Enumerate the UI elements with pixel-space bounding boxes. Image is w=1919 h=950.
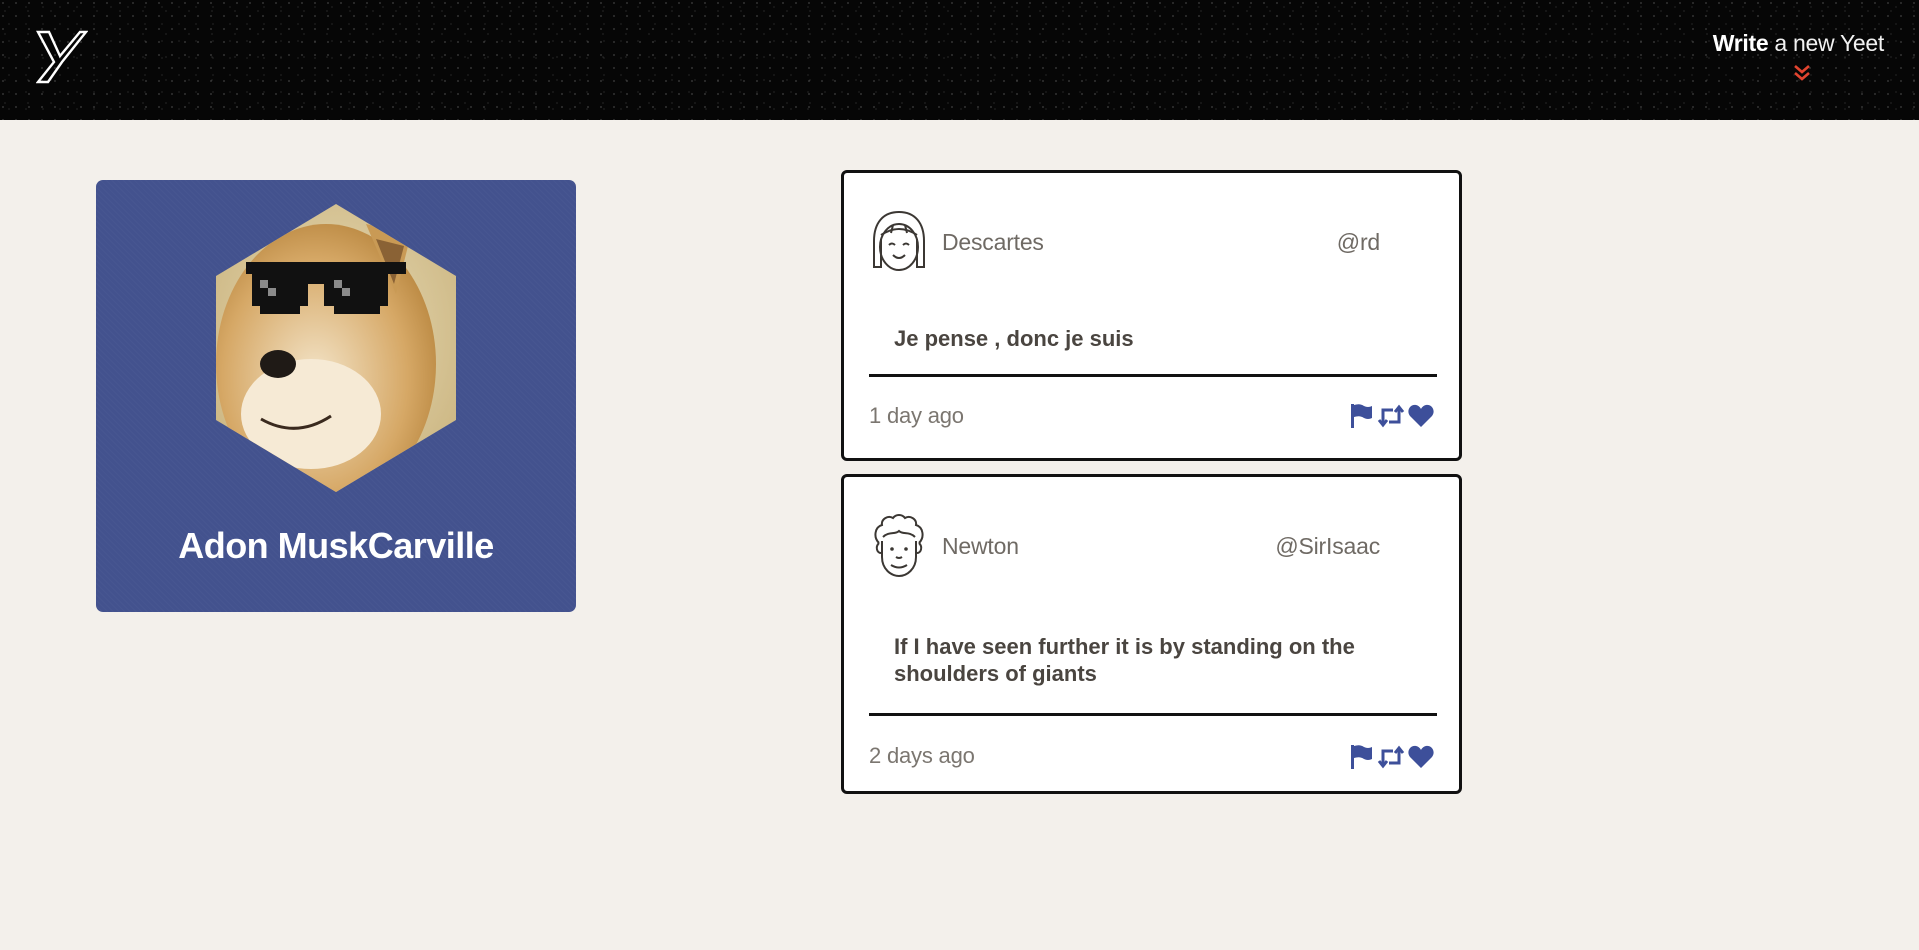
post-handle[interactable]: @rd [1337, 229, 1380, 256]
post-divider [869, 374, 1437, 377]
post-card[interactable]: Descartes @rd Je pense , donc je suis 1 … [841, 170, 1462, 461]
post-actions [1347, 743, 1435, 771]
post-handle[interactable]: @SirIsaac [1275, 533, 1380, 560]
profile-name: Adon MuskCarville [178, 525, 494, 566]
flag-icon[interactable] [1347, 743, 1375, 771]
double-chevron-down-icon[interactable] [1792, 64, 1812, 84]
heart-icon[interactable] [1407, 402, 1435, 430]
heart-icon[interactable] [1407, 743, 1435, 771]
post-author[interactable]: Descartes [942, 229, 1044, 256]
post-card[interactable]: Newton @SirIsaac If I have seen further … [841, 474, 1462, 794]
y-logo-icon[interactable] [36, 30, 88, 84]
top-header: Write a new Yeet [0, 0, 1919, 120]
flag-icon[interactable] [1347, 402, 1375, 430]
write-rest-label: a new Yeet [1768, 30, 1884, 56]
post-text: If I have seen further it is by standing… [894, 634, 1355, 686]
profile-avatar[interactable] [216, 204, 456, 492]
post-actions [1347, 402, 1435, 430]
repost-icon[interactable] [1377, 743, 1405, 771]
post-time: 2 days ago [869, 743, 975, 768]
profile-card: Adon MuskCarville [96, 180, 576, 612]
post-time: 1 day ago [869, 403, 964, 428]
post-author[interactable]: Newton [942, 533, 1019, 560]
write-new-yeet-link[interactable]: Write a new Yeet [1712, 30, 1885, 57]
write-strong-label: Write [1712, 30, 1769, 56]
curly-hair-avatar-icon[interactable] [869, 513, 929, 579]
repost-icon[interactable] [1377, 402, 1405, 430]
post-text: Je pense , donc je suis [894, 326, 1134, 351]
post-divider [869, 713, 1437, 716]
girl-avatar-icon[interactable] [869, 209, 929, 275]
